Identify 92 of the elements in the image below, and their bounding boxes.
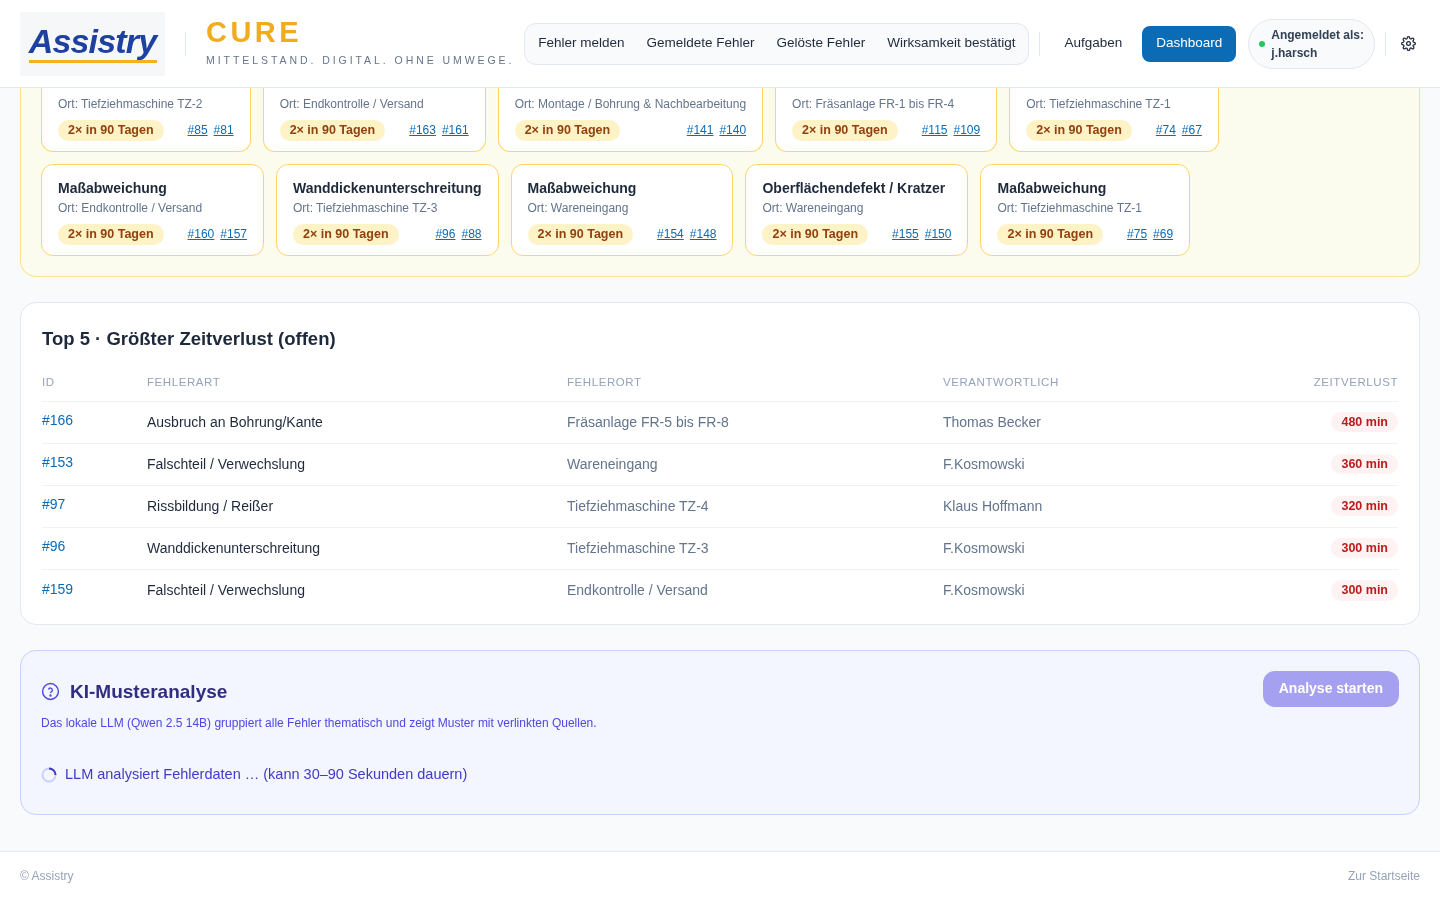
card-title: Oberflächendefekt / Kratzer bbox=[762, 178, 947, 198]
location-text: Ort: Endkontrolle / Versand bbox=[58, 199, 204, 217]
column-header: FEHLERART bbox=[147, 375, 222, 391]
reference-link[interactable]: #109 bbox=[953, 121, 981, 140]
description: Das lokale LLM (Qwen 2.5 14B) gruppiert alle Fehler thematisch und zeigt Muster mit verlinkten Quellen. bbox=[41, 715, 597, 732]
table-cell-text: Fräsanlage FR-5 bis FR-8 bbox=[567, 412, 730, 432]
table-cell-text: Tiefziehmaschine TZ-3 bbox=[567, 538, 710, 558]
location-text: Ort: Fräsanlage FR-1 bis FR-4 bbox=[792, 96, 956, 113]
table-cell-text: Ausbruch an Bohrung/Kante bbox=[147, 412, 324, 432]
nav-link[interactable]: Wirksamkeit bestätigt bbox=[876, 27, 1027, 60]
time-badge: 300 min bbox=[1331, 580, 1398, 601]
reference-link[interactable]: #148 bbox=[689, 225, 717, 244]
location-text: Ort: Endkontrolle / Versand bbox=[279, 96, 425, 113]
time-badge: 320 min bbox=[1331, 495, 1398, 517]
table-cell-text: Thomas Becker bbox=[943, 412, 1043, 432]
reference-link[interactable]: #69 bbox=[1153, 225, 1174, 244]
column-header: ZEITVERLUST bbox=[1313, 375, 1398, 391]
user-name: j.harsch bbox=[1271, 44, 1319, 62]
nav-link[interactable]: Gelöste Fehler bbox=[765, 27, 877, 60]
brand-name: CURE bbox=[206, 18, 304, 48]
table-cell-text: Tiefziehmaschine TZ-4 bbox=[567, 496, 710, 516]
count-badge: 2× in 90 Tagen bbox=[58, 120, 164, 141]
count-badge: 2× in 90 Tagen bbox=[279, 120, 386, 141]
reference-link[interactable]: #81 bbox=[213, 121, 234, 140]
column-header: VERANTWORTLICH bbox=[943, 375, 1060, 391]
time-badge: 480 min bbox=[1331, 411, 1398, 433]
reference-link[interactable]: #160 bbox=[187, 225, 215, 244]
reference-link[interactable]: #74 bbox=[1155, 121, 1176, 140]
table-cell-text: Rissbildung / Reißer bbox=[147, 496, 275, 516]
card-title: Maßabweichung bbox=[997, 178, 1108, 198]
reference-link[interactable]: #67 bbox=[1181, 121, 1202, 140]
location-text: Ort: Montage / Bohrung & Nachbearbeitung bbox=[514, 96, 747, 113]
count-badge: 2× in 90 Tagen bbox=[1026, 120, 1132, 141]
location-text: Ort: Wareneingang bbox=[527, 199, 630, 217]
id-link[interactable]: #166 bbox=[42, 410, 74, 431]
tagline: MITTELSTAND. DIGITAL. OHNE UMWEGE. bbox=[206, 53, 515, 69]
card-title: Maßabweichung bbox=[58, 178, 168, 198]
reference-link[interactable]: #154 bbox=[657, 225, 684, 244]
section-title: Top 5 · Größter Zeitverlust (offen) bbox=[42, 326, 337, 351]
nav-link[interactable]: Fehler melden bbox=[527, 27, 636, 60]
table-cell-text: Wareneingang bbox=[567, 454, 659, 474]
reference-link[interactable]: #163 bbox=[409, 121, 436, 140]
table-cell-text: Endkontrolle / Versand bbox=[567, 581, 709, 600]
count-badge: 2× in 90 Tagen bbox=[527, 223, 634, 245]
table-cell-text: F.Kosmowski bbox=[943, 538, 1026, 558]
reference-link[interactable]: #96 bbox=[435, 225, 456, 244]
id-link[interactable]: #153 bbox=[42, 452, 74, 473]
location-text: Ort: Wareneingang bbox=[762, 199, 865, 217]
count-badge: 2× in 90 Tagen bbox=[514, 120, 621, 141]
reference-link[interactable]: #75 bbox=[1127, 225, 1148, 244]
count-badge: 2× in 90 Tagen bbox=[997, 223, 1104, 245]
reference-link[interactable]: #85 bbox=[187, 121, 208, 140]
id-link[interactable]: #97 bbox=[42, 494, 66, 515]
location-text: Ort: Tiefziehmaschine TZ-1 bbox=[1026, 96, 1172, 113]
table-cell-text: F.Kosmowski bbox=[943, 454, 1026, 474]
id-link[interactable]: #159 bbox=[42, 578, 74, 600]
location-text: Ort: Tiefziehmaschine TZ-3 bbox=[293, 199, 439, 217]
count-badge: 2× in 90 Tagen bbox=[293, 223, 399, 245]
location-text: Ort: Tiefziehmaschine TZ-2 bbox=[58, 96, 204, 113]
table-cell-text: F.Kosmowski bbox=[943, 581, 1026, 600]
location-text: Ort: Tiefziehmaschine TZ-1 bbox=[997, 199, 1143, 217]
count-badge: 2× in 90 Tagen bbox=[58, 223, 164, 245]
count-badge: 2× in 90 Tagen bbox=[762, 223, 869, 245]
reference-link[interactable]: #150 bbox=[924, 225, 952, 244]
time-badge: 300 min bbox=[1331, 537, 1398, 559]
copyright: © Assistry bbox=[20, 868, 74, 885]
table-cell-text: Falschteil / Verwechslung bbox=[147, 454, 306, 474]
reference-link[interactable]: #141 bbox=[686, 121, 714, 140]
table-cell-text: Klaus Hoffmann bbox=[943, 496, 1044, 516]
id-link[interactable]: #96 bbox=[42, 536, 66, 557]
logo: Assistry bbox=[20, 11, 165, 76]
table-cell-text: Falschteil / Verwechslung bbox=[147, 581, 306, 600]
card-title: Maßabweichung bbox=[527, 178, 638, 198]
card-title: Wanddickenunterschreitung bbox=[293, 178, 482, 198]
column-header: FEHLERORT bbox=[567, 375, 643, 391]
count-badge: 2× in 90 Tagen bbox=[792, 120, 898, 141]
reference-link[interactable]: #161 bbox=[441, 121, 469, 140]
reference-link[interactable]: #157 bbox=[220, 225, 247, 244]
reference-link[interactable]: #88 bbox=[461, 225, 482, 244]
nav-button[interactable]: Dashboard bbox=[1142, 25, 1237, 62]
nav-link[interactable]: Gemeldete Fehler bbox=[635, 27, 766, 60]
reference-link[interactable]: #115 bbox=[921, 121, 948, 140]
nav-link[interactable]: Aufgaben bbox=[1050, 25, 1137, 62]
help-icon bbox=[41, 682, 60, 702]
reference-link[interactable]: #155 bbox=[892, 225, 919, 244]
reference-link[interactable]: #140 bbox=[719, 121, 747, 140]
time-badge: 360 min bbox=[1331, 453, 1398, 475]
section-title: KI-Musteranalyse bbox=[70, 679, 228, 704]
table-cell-text: Wanddickenunterschreitung bbox=[147, 538, 322, 558]
status-text: LLM analysiert Fehlerdaten … (kann 30–90 Sekunden dauern) bbox=[65, 765, 468, 784]
column-header: ID bbox=[42, 375, 56, 391]
user-label: Angemeldet als: bbox=[1271, 26, 1364, 44]
